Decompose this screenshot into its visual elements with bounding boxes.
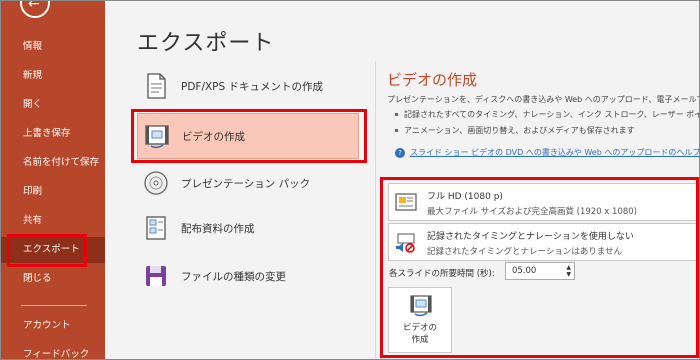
bullet-icon [395,113,398,116]
page-title: エクスポート [137,31,275,56]
sidebar-item-close[interactable]: 閉じる [1,266,105,292]
sidebar-item-save-as[interactable]: 名前を付けて保存 [1,150,105,176]
sidebar-item-new[interactable]: 新規 [1,63,105,89]
sidebar-item-print[interactable]: 印刷 [1,179,105,205]
cd-icon [144,171,168,195]
help-link[interactable]: ? スライド ショー ビデオの DVD への書き込みや Web へのアップロードの… [395,147,700,158]
export-panel: エクスポート PDF/XPS ドキュメントの作成 ビデオの作成 プレゼンテーショ… [105,1,700,359]
option-label: PDF/XPS ドキュメントの作成 [181,81,324,93]
option-presentation-pack[interactable]: プレゼンテーション パック [137,161,359,207]
option-label: プレゼンテーション パック [181,178,311,190]
sidebar-item-open[interactable]: 開く [1,92,105,118]
bullet-text: 記録されたすべてのタイミング、ナレーション、インク ストローク、レーザー ポイン… [404,110,700,119]
sidebar-item-info[interactable]: 情報 [1,34,105,60]
save-as-icon [146,266,166,286]
detail-title: ビデオの作成 [387,71,478,89]
bullet-text: アニメーション、画面切り替え、およびメディアも保存されます [404,126,635,135]
sidebar-item-share[interactable]: 共有 [1,208,105,234]
help-link-text: スライド ショー ビデオの DVD への書き込みや Web へのアップロードのヘ… [410,148,700,157]
sidebar-divider [21,305,87,306]
handout-icon [146,216,166,240]
detail-bullet: アニメーション、画面切り替え、およびメディアも保存されます [395,125,635,136]
option-pdf-xps[interactable]: PDF/XPS ドキュメントの作成 [137,64,359,110]
pdf-document-icon [147,73,166,99]
export-highlight-box [7,234,87,267]
option-label: 配布資料の作成 [181,223,255,235]
option-handouts[interactable]: 配布資料の作成 [137,206,359,252]
detail-description: プレゼンテーションを、ディスクへの書き込みや Web へのアップロード、電子メー… [387,95,700,104]
detail-bullet: 記録されたすべてのタイミング、ナレーション、インク ストローク、レーザー ポイン… [395,109,700,120]
sidebar-item-feedback[interactable]: フィードバック [1,342,105,359]
settings-highlight-box [380,177,699,358]
panel-divider [375,61,376,359]
option-change-file-type[interactable]: ファイルの種類の変更 [137,254,359,300]
back-button[interactable]: ← [20,0,50,18]
sidebar-item-save[interactable]: 上書き保存 [1,121,105,147]
back-arrow-icon: ← [28,0,40,12]
backstage-sidebar: ← 情報 新規 開く 上書き保存 名前を付けて保存 印刷 共有 エクスポート 閉… [1,0,105,359]
help-icon: ? [395,148,405,158]
option-label: ファイルの種類の変更 [181,271,286,283]
create-video-highlight-box [131,109,367,163]
bullet-icon [395,129,398,132]
powerpoint-backstage-window: ← 情報 新規 開く 上書き保存 名前を付けて保存 印刷 共有 エクスポート 閉… [0,0,700,360]
sidebar-item-account[interactable]: アカウント [1,313,105,339]
